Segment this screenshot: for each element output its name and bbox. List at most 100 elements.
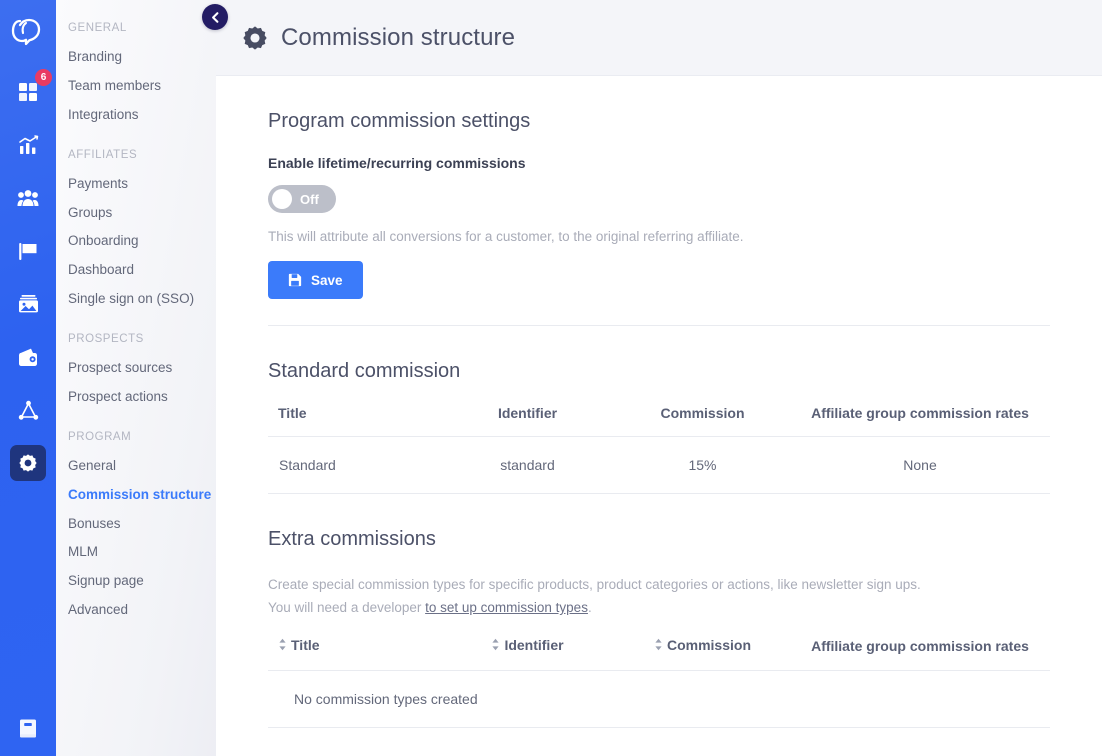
page-title: Commission structure [281, 24, 515, 52]
rail-item-payouts[interactable] [10, 339, 46, 375]
nav-group-label: GENERAL [56, 22, 216, 34]
bar-chart-icon [18, 135, 39, 156]
nav-group-general: GENERAL Branding Team members Integratio… [56, 22, 216, 130]
sidebar-item-payments[interactable]: Payments [56, 170, 216, 199]
column-label: Title [291, 637, 320, 653]
sort-arrows-icon [491, 638, 500, 654]
rail-item-dashboard[interactable]: 6 [10, 74, 46, 110]
section-title-extra-commissions: Extra commissions [268, 528, 1050, 551]
sidebar-item-commission-structure[interactable]: Commission structure [56, 481, 216, 510]
rail-item-reports[interactable] [10, 127, 46, 163]
rail-item-settings[interactable] [10, 445, 46, 481]
description-line-2-suffix: . [588, 600, 592, 615]
rail-item-docs[interactable] [10, 710, 46, 746]
main-area: Commission structure Program commission … [216, 0, 1102, 756]
nav-group-affiliates: AFFILIATES Payments Groups Onboarding Da… [56, 149, 216, 314]
flag-icon [18, 241, 38, 261]
save-button[interactable]: Save [268, 261, 363, 299]
sort-arrows-icon [278, 638, 287, 654]
column-header-identifier: Identifier [440, 405, 615, 437]
users-group-icon [17, 188, 39, 208]
sidebar-item-branding[interactable]: Branding [56, 43, 216, 72]
table-row[interactable]: Standard standard 15% None [268, 437, 1050, 494]
network-share-icon [18, 400, 39, 421]
wallet-icon [18, 347, 38, 367]
extra-commissions-section: Extra commissions Create special commiss… [268, 528, 1050, 728]
nav-group-label: PROGRAM [56, 431, 216, 443]
nav-group-label: PROSPECTS [56, 333, 216, 345]
app-root: 6 [0, 0, 1102, 756]
cell-commission: 15% [615, 437, 790, 494]
standard-commission-table: Title Identifier Commission Affiliate gr… [268, 405, 1050, 494]
column-header-commission[interactable]: Commission [615, 637, 790, 670]
media-image-icon [18, 294, 39, 314]
toggle-state-label: Off [300, 192, 319, 207]
sidebar-item-signup-page[interactable]: Signup page [56, 567, 216, 596]
column-label: Commission [667, 637, 751, 653]
sidebar-item-integrations[interactable]: Integrations [56, 101, 216, 130]
sidebar-item-advanced[interactable]: Advanced [56, 596, 216, 625]
rail-item-affiliates[interactable] [10, 180, 46, 216]
rail-item-media[interactable] [10, 286, 46, 322]
sidebar-item-onboarding[interactable]: Onboarding [56, 227, 216, 256]
sidebar-item-prospect-actions[interactable]: Prospect actions [56, 383, 216, 412]
table-header-row: Title Identifier Commission Affiliate gr… [268, 405, 1050, 437]
sidebar-item-prospect-sources[interactable]: Prospect sources [56, 354, 216, 383]
notification-badge: 6 [35, 69, 52, 86]
page-content: Program commission settings Enable lifet… [216, 76, 1102, 756]
lifetime-commissions-help-text: This will attribute all conversions for … [268, 229, 1050, 244]
column-header-title: Title [268, 405, 440, 437]
lifetime-commissions-label: Enable lifetime/recurring commissions [268, 155, 1050, 171]
app-logo[interactable] [10, 14, 46, 50]
book-docs-icon [18, 718, 38, 739]
secondary-sidebar: GENERAL Branding Team members Integratio… [56, 0, 216, 756]
description-line-2-prefix: You will need a developer [268, 600, 425, 615]
sidebar-item-bonuses[interactable]: Bonuses [56, 510, 216, 539]
column-label: Identifier [504, 637, 563, 653]
column-header-group-rates: Affiliate group commission rates [790, 405, 1050, 437]
section-title-program-settings: Program commission settings [268, 110, 1050, 133]
sidebar-item-mlm[interactable]: MLM [56, 538, 216, 567]
description-line-1: Create special commission types for spec… [268, 577, 921, 592]
extra-commissions-table: Title Identifier [268, 637, 1050, 727]
toggle-knob [272, 189, 292, 209]
setup-commission-types-link[interactable]: to set up commission types [425, 600, 588, 615]
icon-rail: 6 [0, 0, 56, 756]
lifetime-commissions-toggle[interactable]: Off [268, 185, 336, 213]
rail-item-list: 6 [10, 74, 46, 710]
nav-group-prospects: PROSPECTS Prospect sources Prospect acti… [56, 333, 216, 412]
table-header-row: Title Identifier [268, 637, 1050, 670]
nav-group-program: PROGRAM General Commission structure Bon… [56, 431, 216, 625]
standard-commission-section: Standard commission Title Identifier Com… [268, 360, 1050, 494]
column-header-title[interactable]: Title [268, 637, 440, 670]
column-header-group-rates: Affiliate group commission rates [790, 637, 1050, 670]
column-header-commission: Commission [615, 405, 790, 437]
grid-dashboard-icon [18, 82, 38, 102]
sidebar-item-groups[interactable]: Groups [56, 199, 216, 228]
section-title-standard-commission: Standard commission [268, 360, 1050, 383]
extra-commissions-description: Create special commission types for spec… [268, 573, 1050, 619]
save-button-label: Save [311, 273, 343, 288]
floppy-save-icon [288, 273, 302, 287]
section-divider [268, 325, 1050, 326]
sidebar-item-dashboard[interactable]: Dashboard [56, 256, 216, 285]
sort-arrows-icon [654, 638, 663, 654]
page-header: Commission structure [216, 0, 1102, 76]
rail-item-campaigns[interactable] [10, 233, 46, 269]
table-empty-row: No commission types created [268, 670, 1050, 727]
column-header-identifier[interactable]: Identifier [440, 637, 615, 670]
rail-item-network[interactable] [10, 392, 46, 428]
cell-title: Standard [268, 437, 440, 494]
nav-group-label: AFFILIATES [56, 149, 216, 161]
sidebar-item-general[interactable]: General [56, 452, 216, 481]
cell-group-rates: None [790, 437, 1050, 494]
sidebar-collapse-button[interactable] [202, 4, 228, 30]
empty-state-message: No commission types created [268, 670, 1050, 727]
gear-settings-icon [242, 25, 268, 51]
sidebar-item-sso[interactable]: Single sign on (SSO) [56, 285, 216, 314]
cell-identifier: standard [440, 437, 615, 494]
chevron-left-icon [209, 11, 222, 24]
gear-settings-icon [18, 453, 38, 473]
program-commission-settings-section: Program commission settings Enable lifet… [268, 110, 1050, 326]
sidebar-item-team-members[interactable]: Team members [56, 72, 216, 101]
